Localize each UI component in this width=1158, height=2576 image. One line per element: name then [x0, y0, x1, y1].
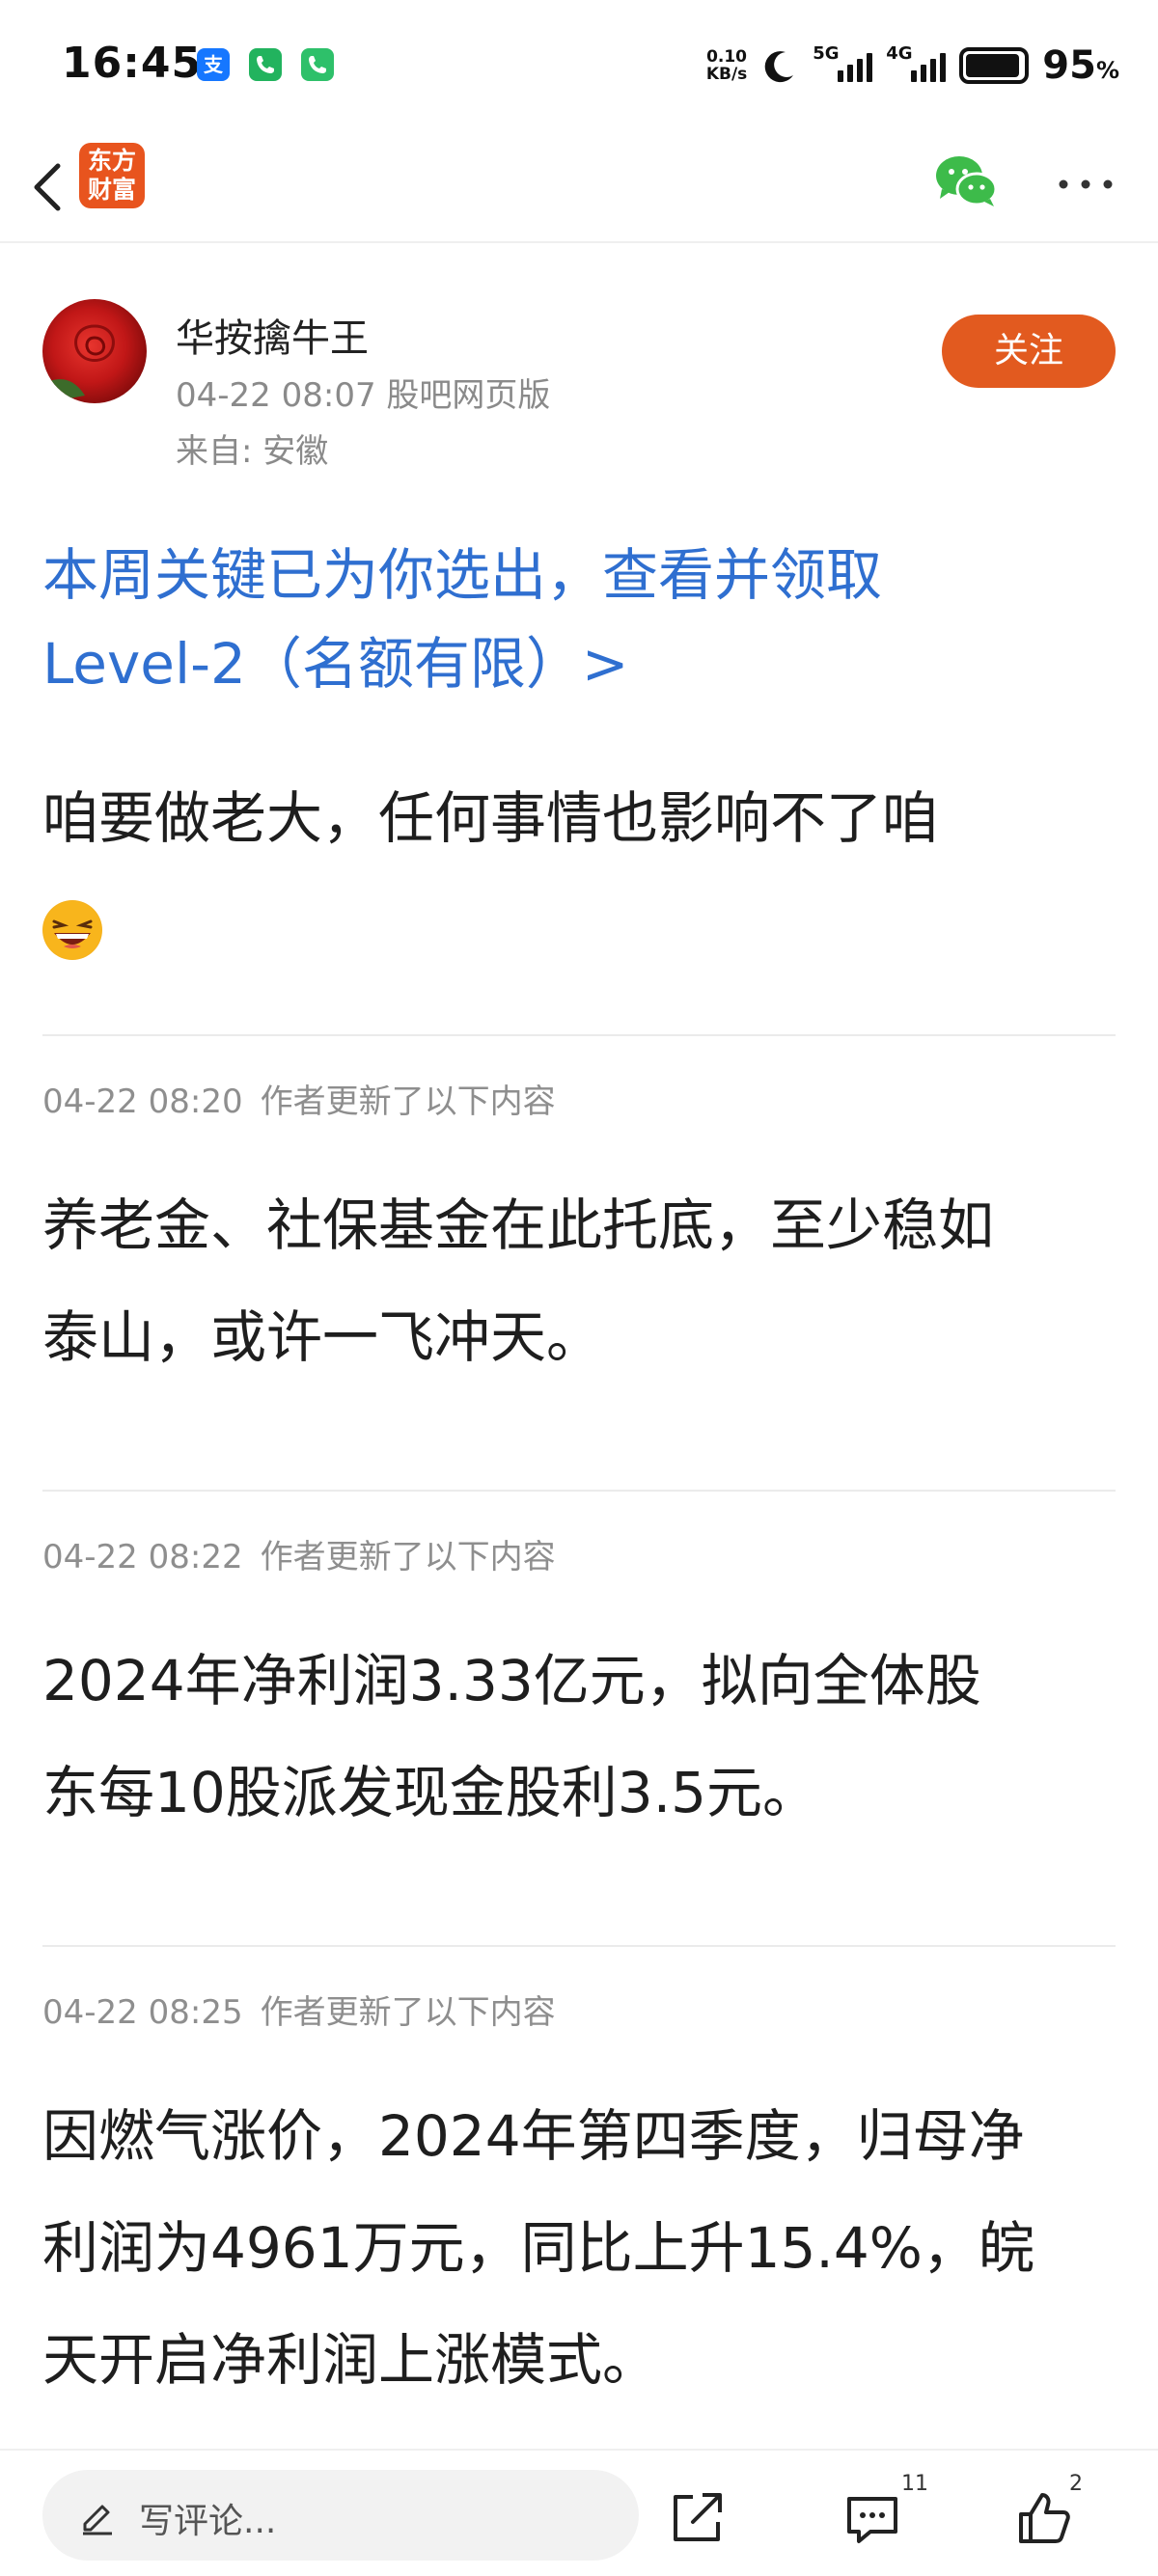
update-body: 2024年净利润3.33亿元，拟向全体股 东每10股派发现金股利3.5元。 [42, 1625, 1133, 1849]
update-line: 因燃气涨价，2024年第四季度，归母净 [42, 2103, 1025, 2169]
status-time: 16:45 [62, 39, 203, 88]
signal-5g-label: 5G [813, 43, 840, 64]
update-line: 2024年净利润3.33亿元，拟向全体股 [42, 1648, 981, 1713]
network-speed-unit: KB/s [705, 65, 748, 84]
battery-percent-unit: % [1095, 57, 1119, 84]
update-label: 作者更新了以下内容 [260, 1993, 556, 2032]
logo-line-2: 财富 [87, 176, 136, 204]
post-body-text: 咱要做老大，任何事情也影响不了咱 [42, 785, 939, 851]
divider [42, 1945, 1116, 1947]
update-body: 因燃气涨价，2024年第四季度，归母净 利润为4961万元，同比上升15.4%，… [42, 2080, 1133, 2416]
update-label: 作者更新了以下内容 [260, 1538, 556, 1576]
update-header: 04-22 08:25 作者更新了以下内容 [42, 1986, 556, 2033]
promo-line-1: 本周关键已为你选出，查看并领取 [42, 542, 883, 608]
pencil-icon [83, 2505, 112, 2535]
comment-icon[interactable] [841, 2487, 903, 2549]
post-meta: 04-22 08:07 股吧网页版 [176, 376, 551, 415]
update-time: 04-22 08:25 [42, 1993, 243, 2032]
update-line: 养老金、社保基金在此托底，至少稳如 [42, 1192, 995, 1258]
network-speed-value: 0.10 [706, 47, 748, 67]
like-count: 2 [1069, 2472, 1083, 2496]
status-bar: 16:45 支 0.10 KB/s 5G 4G 95% [0, 0, 1158, 131]
update-body: 养老金、社保基金在此托底，至少稳如 泰山，或许一飞冲天。 [42, 1169, 1133, 1393]
update-header: 04-22 08:20 作者更新了以下内容 [42, 1075, 556, 1122]
alipay-icon: 支 [197, 48, 230, 81]
divider [42, 1034, 1116, 1036]
signal-5g-icon: 5G [813, 43, 873, 82]
share-icon[interactable] [666, 2487, 728, 2549]
update-time: 04-22 08:22 [42, 1538, 243, 1576]
level2-promo-link[interactable]: 本周关键已为你选出，查看并领取 Level-2（名额有限）> [42, 531, 1114, 708]
comment-count: 11 [901, 2472, 928, 2496]
comment-input[interactable]: 写评论... [42, 2470, 639, 2561]
phone-icon [301, 48, 334, 81]
status-indicators: 0.10 KB/s 5G 4G 95% [706, 37, 1119, 95]
divider [42, 1490, 1116, 1492]
battery-percent: 95% [1042, 43, 1119, 88]
top-nav: 东方 财富 [0, 131, 1158, 243]
laughing-emoji-icon [42, 900, 102, 960]
eastmoney-logo[interactable]: 东方 财富 [79, 143, 145, 208]
phone-icon [249, 48, 282, 81]
network-speed: 0.10 KB/s [706, 48, 747, 83]
comment-placeholder: 写评论... [139, 2502, 277, 2541]
update-header: 04-22 08:22 作者更新了以下内容 [42, 1530, 556, 1577]
update-line: 泰山，或许一飞冲天。 [42, 1304, 603, 1370]
moon-icon [764, 51, 794, 83]
follow-button[interactable]: 关注 [942, 315, 1116, 388]
bottom-action-bar: 写评论... 11 2 [0, 2449, 1158, 2576]
author-avatar[interactable] [42, 299, 147, 403]
post-body: 咱要做老大，任何事情也影响不了咱 [42, 762, 1133, 986]
wechat-share-icon[interactable] [932, 151, 1000, 212]
logo-line-1: 东方 [87, 147, 136, 175]
like-thumbs-up-icon[interactable] [1013, 2487, 1075, 2549]
battery-percent-value: 95 [1042, 43, 1096, 88]
update-line: 东每10股派发现金股利3.5元。 [42, 1760, 819, 1825]
back-arrow-icon[interactable] [21, 156, 75, 218]
update-label: 作者更新了以下内容 [260, 1082, 556, 1121]
update-line: 利润为4961万元，同比上升15.4%，皖 [42, 2215, 1034, 2281]
signal-4g-icon: 4G [886, 43, 947, 82]
more-options-icon[interactable] [1052, 170, 1119, 199]
update-time: 04-22 08:20 [42, 1082, 243, 1121]
author-name[interactable]: 华按擒牛王 [176, 307, 369, 363]
post-location: 来自: 安徽 [176, 432, 329, 471]
emoji-row [42, 874, 1133, 986]
promo-line-2: Level-2（名额有限）> [42, 631, 629, 697]
signal-4g-label: 4G [886, 43, 913, 64]
update-line: 天开启净利润上涨模式。 [42, 2327, 659, 2393]
battery-icon [959, 47, 1030, 84]
